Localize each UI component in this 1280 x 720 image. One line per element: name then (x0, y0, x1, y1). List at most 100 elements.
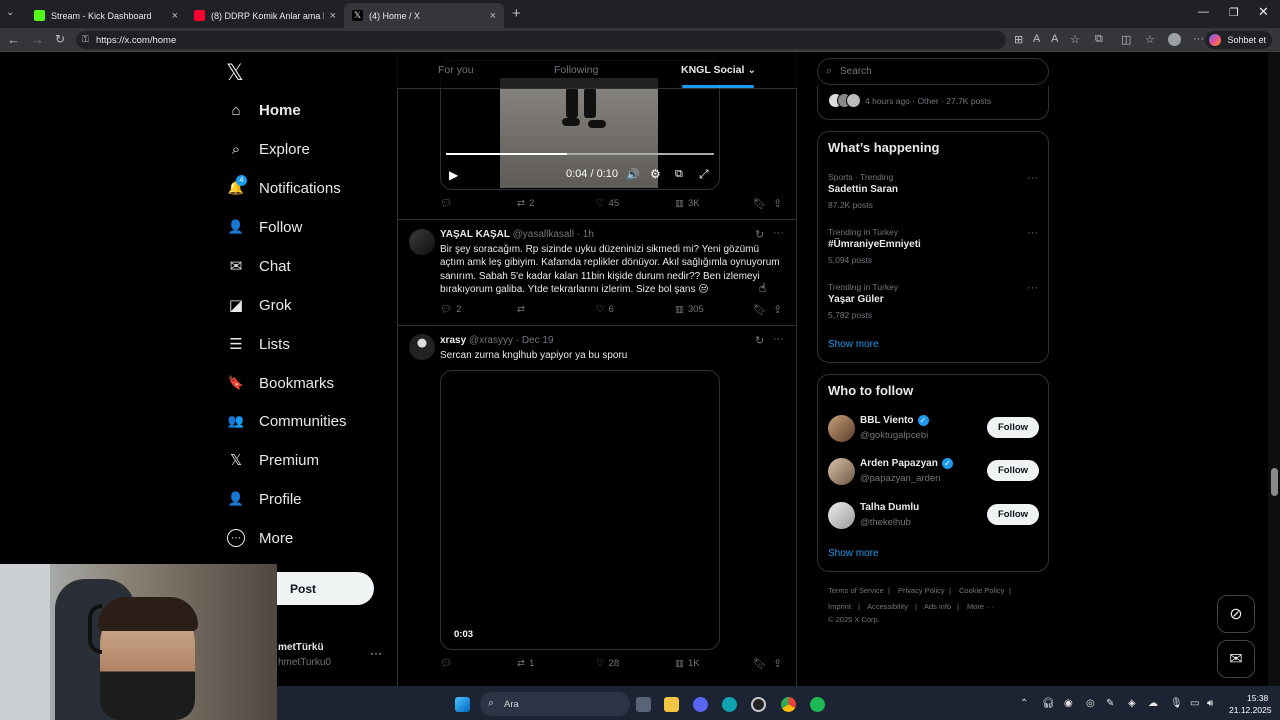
follow-suggestion-name[interactable]: Arden Papazyan ✓ (860, 458, 953, 469)
retweet-button[interactable]: ⇄ 2 (517, 198, 534, 209)
obs-icon[interactable] (751, 697, 766, 712)
video-progress-bar[interactable] (446, 153, 714, 155)
trend-name[interactable]: Sadettin Saran (828, 184, 898, 195)
volume-icon[interactable]: 🔊 (626, 168, 640, 181)
steam-icon[interactable]: ◎ (1086, 698, 1095, 709)
nav-lists[interactable]: ☰ Lists (227, 335, 290, 354)
follow-button[interactable]: Follow (987, 460, 1039, 481)
account-name[interactable]: metTürkü (278, 642, 324, 653)
footer-ads-info[interactable]: Ads info (924, 602, 951, 611)
task-view-icon[interactable] (636, 697, 651, 712)
tab-actions-chevron-icon[interactable]: ⌄ (6, 7, 14, 18)
messages-fab-icon[interactable]: ✉ (1217, 640, 1255, 678)
trend-more-icon[interactable]: ··· (1027, 227, 1038, 239)
nav-bookmarks[interactable]: 🔖 Bookmarks (227, 374, 334, 392)
trend-more-icon[interactable]: ··· (1027, 282, 1038, 294)
retweet-button[interactable]: ⇄ (517, 304, 529, 315)
tweet-more-icon[interactable]: ··· (773, 227, 784, 239)
trend-name[interactable]: Yaşar Güler (828, 294, 884, 305)
settings-more-icon[interactable]: ··· (1193, 33, 1204, 45)
like-button[interactable]: ♡ 28 (596, 658, 619, 669)
reading-view-icon[interactable]: ⊞ (1014, 33, 1023, 46)
fullscreen-icon[interactable]: ⤢ (699, 167, 709, 182)
share-icon[interactable]: ⇪ (773, 197, 782, 210)
close-window-button[interactable]: ✕ (1258, 4, 1269, 20)
grok-fab-icon[interactable]: ⊘ (1217, 595, 1255, 633)
file-explorer-icon[interactable] (664, 697, 679, 712)
volume-icon[interactable]: 🔊︎ (1207, 698, 1213, 709)
pen-icon[interactable]: ✎ (1106, 698, 1114, 709)
settings-gear-icon[interactable]: ⚙ (650, 167, 661, 181)
follow-suggestion-name[interactable]: BBL Viento ✓ (860, 415, 929, 426)
views-button[interactable]: ▥ 3K (675, 198, 700, 209)
tray-app-icon[interactable]: ◈ (1128, 698, 1136, 709)
x-logo-icon[interactable]: 𝕏 (226, 60, 244, 86)
nav-premium[interactable]: 𝕏 Premium (227, 451, 319, 470)
tab-kick-dashboard[interactable]: Stream - Kick Dashboard × (26, 3, 186, 28)
tray-app-icon[interactable]: ◉ (1064, 698, 1073, 709)
clock-date[interactable]: 21.12.2025 (1229, 705, 1272, 715)
tray-overflow-icon[interactable]: ⌃ (1020, 698, 1028, 709)
pip-icon[interactable]: ⧉ (675, 168, 683, 181)
nav-follow[interactable]: 👤 Follow (227, 218, 302, 236)
share-icon[interactable]: ⇪ (773, 303, 782, 316)
extensions-icon[interactable]: ⧉ (1095, 33, 1103, 46)
spotify-icon[interactable] (810, 697, 825, 712)
retweet-button[interactable]: ⇄ 1 (517, 658, 534, 669)
tweet-video[interactable]: 0:03 (440, 370, 720, 650)
avatar[interactable] (828, 458, 855, 485)
nav-home[interactable]: ⌂ Home (227, 101, 300, 119)
nav-more[interactable]: ⋯ More (227, 529, 293, 547)
cloud-icon[interactable]: ☁ (1148, 698, 1158, 709)
address-bar[interactable]: ⚿ https://x.com/home (76, 31, 1006, 49)
minimize-button[interactable]: — (1198, 6, 1209, 18)
site-info-icon[interactable]: ⚿ (82, 34, 89, 45)
search-input[interactable]: ⌕ Search (817, 58, 1049, 85)
back-icon[interactable]: ← (7, 32, 20, 47)
avatar[interactable] (409, 229, 435, 255)
bookmark-tweet-icon[interactable]: 🔖︎ (753, 303, 767, 316)
nav-profile[interactable]: 👤 Profile (227, 490, 302, 508)
views-button[interactable]: ▥ 305 (675, 304, 704, 315)
views-button[interactable]: ▥ 1K (675, 658, 700, 669)
copilot-button[interactable]: Sohbet et (1205, 31, 1272, 49)
split-screen-icon[interactable]: ◫ (1121, 33, 1131, 46)
footer-imprint[interactable]: Imprint (828, 602, 851, 611)
reply-button[interactable]: 💬︎ (440, 198, 456, 209)
grok-explain-icon[interactable]: ↻ (755, 228, 764, 241)
favorite-star-icon[interactable]: ☆ (1070, 33, 1080, 46)
page-scrollbar[interactable] (1268, 52, 1280, 686)
restore-button[interactable]: ❐ (1229, 6, 1239, 19)
who-to-follow-show-more[interactable]: Show more (828, 548, 879, 559)
nav-notifications[interactable]: 🔔 4 Notifications (227, 175, 341, 197)
avatar[interactable] (828, 415, 855, 442)
play-icon[interactable]: ▶ (449, 168, 458, 182)
tweet-author[interactable]: YAŞAL KAŞAL @yasallkasall · 1h (440, 229, 594, 240)
footer-privacy[interactable]: Privacy Policy (898, 586, 945, 595)
tweet-author[interactable]: xrasy @xrasyyy · Dec 19 (440, 335, 554, 346)
clock-time[interactable]: 15:38 (1247, 693, 1268, 703)
headset-icon[interactable]: 🎧︎ (1042, 698, 1055, 709)
follow-button[interactable]: Follow (987, 504, 1039, 525)
follow-suggestion-name[interactable]: Talha Dumlu (860, 502, 919, 513)
chrome-icon[interactable] (781, 697, 796, 712)
close-tab-icon[interactable]: × (330, 10, 336, 22)
nav-communities[interactable]: 👥 Communities (227, 412, 347, 430)
nav-grok[interactable]: ◪ Grok (227, 296, 292, 315)
account-more-icon[interactable]: ··· (370, 646, 382, 660)
scrollbar-thumb[interactable] (1271, 468, 1278, 496)
microphone-icon[interactable]: 🎙︎ (1170, 698, 1183, 709)
grok-explain-icon[interactable]: ↻ (755, 334, 764, 347)
new-tab-button[interactable]: + (512, 5, 521, 22)
edge-icon[interactable] (722, 697, 737, 712)
like-button[interactable]: ♡ 6 (596, 304, 614, 315)
footer-terms[interactable]: Terms of Service (828, 586, 884, 595)
close-tab-icon[interactable]: × (490, 10, 496, 22)
follow-button[interactable]: Follow (987, 417, 1039, 438)
trend-name[interactable]: #ÜmraniyeEmniyeti (828, 239, 921, 250)
discord-icon[interactable] (693, 697, 708, 712)
bookmark-tweet-icon[interactable]: 🔖︎ (753, 657, 767, 670)
like-button[interactable]: ♡ 45 (596, 198, 619, 209)
favorites-icon[interactable]: ☆ (1145, 33, 1155, 46)
tweet-more-icon[interactable]: ··· (773, 333, 784, 345)
